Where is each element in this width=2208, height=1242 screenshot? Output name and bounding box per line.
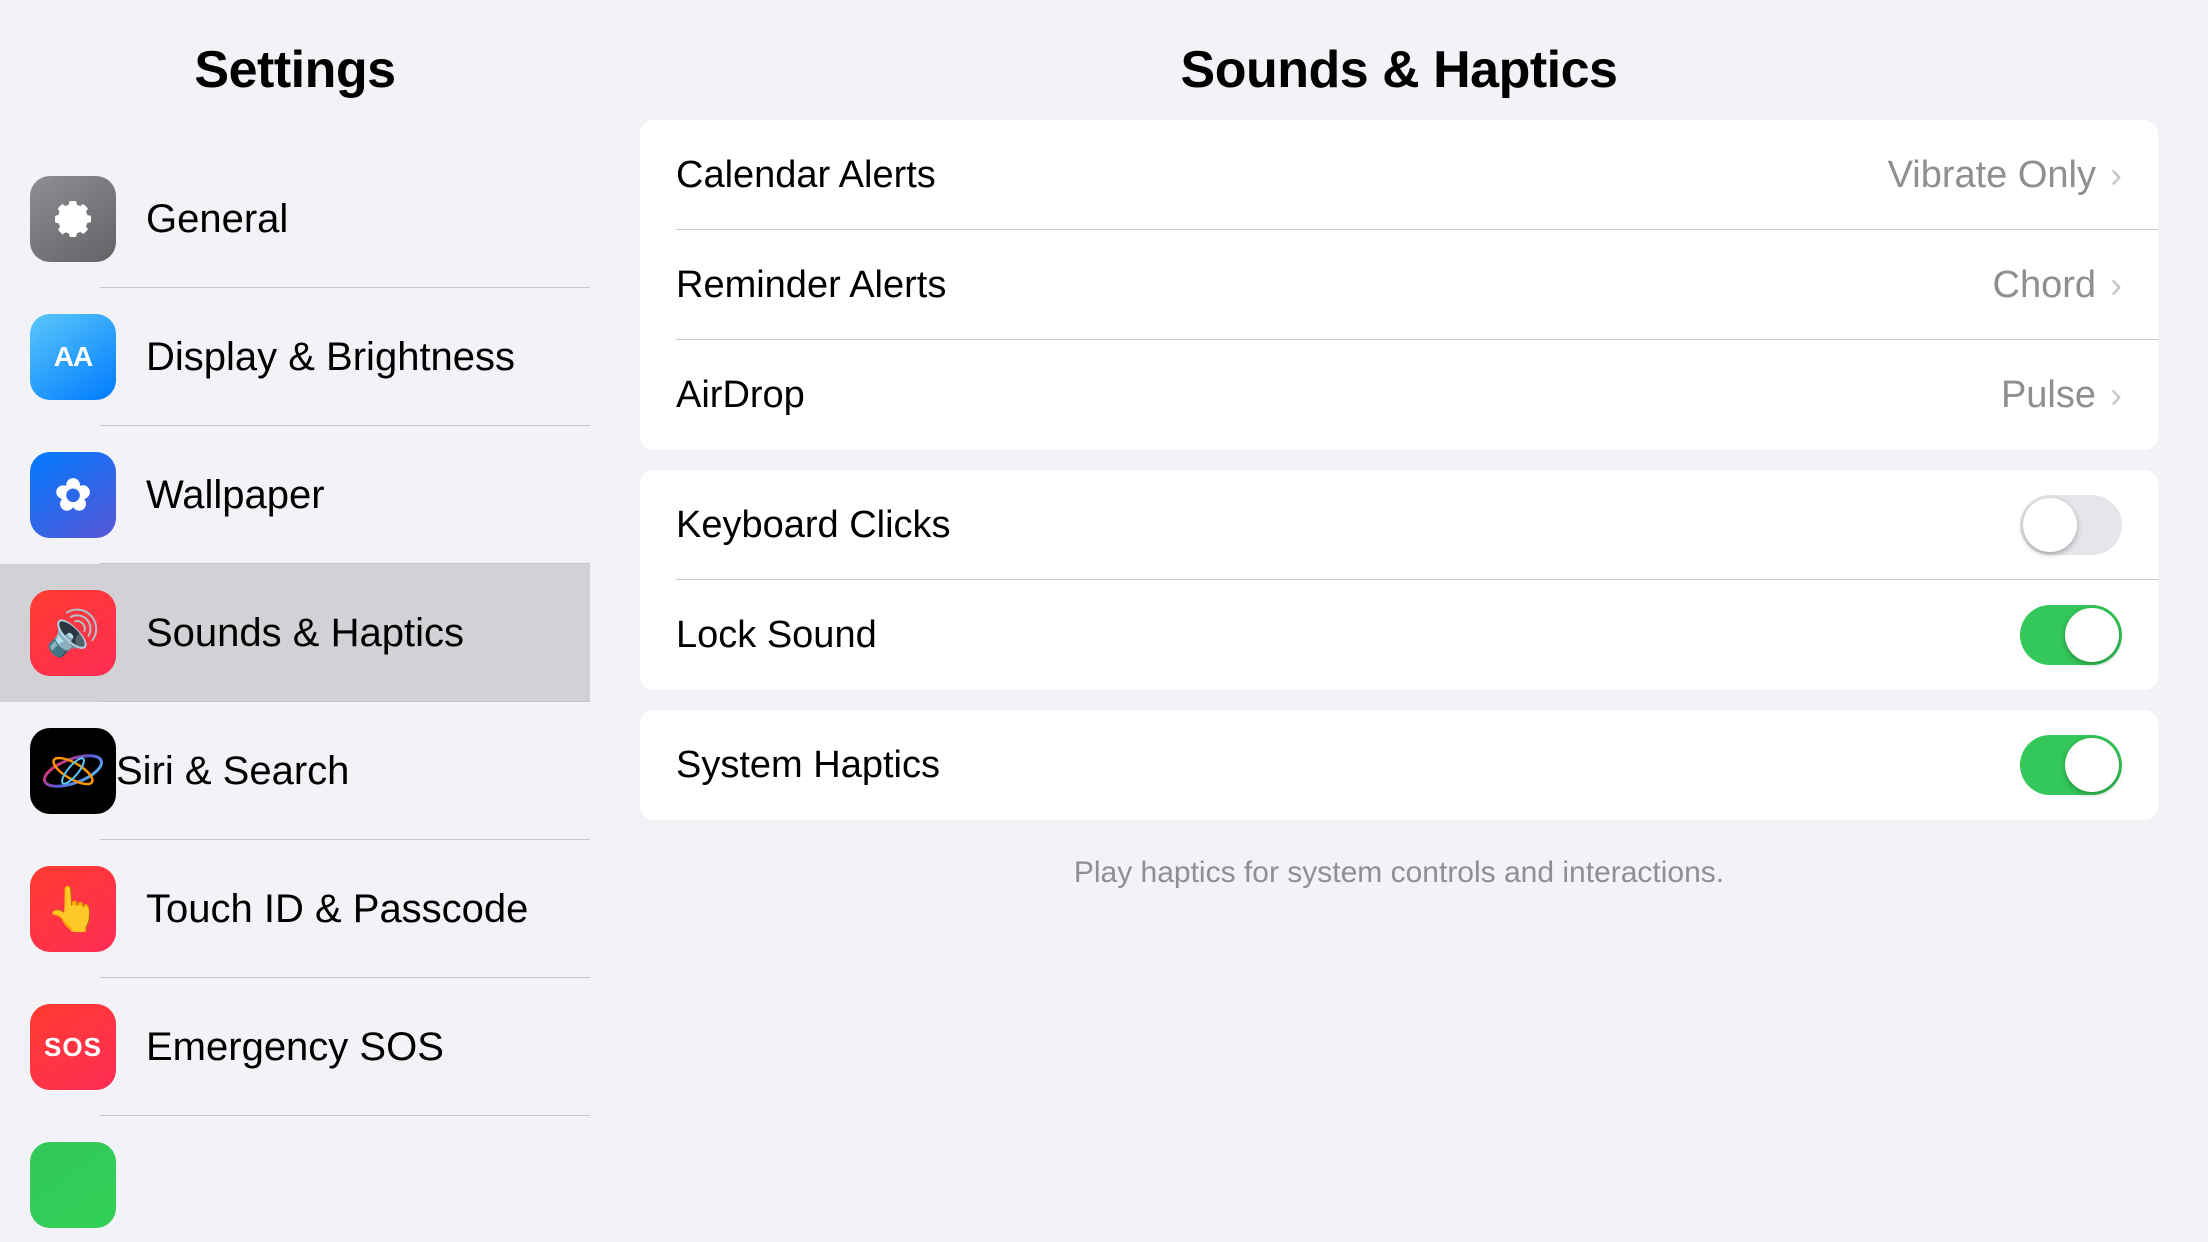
calendar-alerts-value: Vibrate Only › <box>1888 154 2122 197</box>
lock-sound-knob <box>2065 608 2119 662</box>
sidebar-item-general[interactable]: General <box>0 150 590 288</box>
sidebar-list: General AA Display & Brightness ✿ Wallpa… <box>0 150 590 1242</box>
touchid-inner-icon: 👆 <box>46 883 101 935</box>
airdrop-value-text: Pulse <box>2001 374 2096 417</box>
aa-text: AA <box>54 341 92 373</box>
sidebar-item-next[interactable] <box>0 1116 590 1242</box>
content-area: Calendar Alerts Vibrate Only › Reminder … <box>590 120 2208 1242</box>
next-icon <box>30 1142 116 1228</box>
lock-sound-toggle[interactable] <box>2020 605 2122 665</box>
airdrop-row[interactable]: AirDrop Pulse › <box>640 340 2158 450</box>
general-icon <box>30 176 116 262</box>
reminder-alerts-row[interactable]: Reminder Alerts Chord › <box>640 230 2158 340</box>
haptics-group: System Haptics <box>640 710 2158 820</box>
alerts-group: Calendar Alerts Vibrate Only › Reminder … <box>640 120 2158 450</box>
wallpaper-inner-icon: ✿ <box>55 470 92 521</box>
main-header: Sounds & Haptics <box>590 0 2208 120</box>
reminder-alerts-chevron: › <box>2110 264 2122 306</box>
siri-icon <box>30 728 116 814</box>
airdrop-chevron: › <box>2110 374 2122 416</box>
system-haptics-knob <box>2065 738 2119 792</box>
sidebar-item-sounds[interactable]: 🔊 Sounds & Haptics <box>0 564 590 702</box>
wallpaper-label: Wallpaper <box>146 473 325 518</box>
siri-label: Siri & Search <box>116 749 349 794</box>
main-content: Sounds & Haptics Calendar Alerts Vibrate… <box>590 0 2208 1242</box>
airdrop-label: AirDrop <box>676 374 805 417</box>
touchid-label: Touch ID & Passcode <box>146 887 528 932</box>
sidebar-top-gap <box>0 120 590 150</box>
keyboard-clicks-knob <box>2023 498 2077 552</box>
reminder-alerts-value: Chord › <box>1993 264 2123 307</box>
touchid-icon: 👆 <box>30 866 116 952</box>
keyboard-clicks-toggle[interactable] <box>2020 495 2122 555</box>
display-label: Display & Brightness <box>146 335 515 380</box>
sos-text-icon: SOS <box>44 1032 102 1063</box>
reminder-alerts-label: Reminder Alerts <box>676 264 946 307</box>
sidebar-item-display[interactable]: AA Display & Brightness <box>0 288 590 426</box>
toggles-group: Keyboard Clicks Lock Sound <box>640 470 2158 690</box>
system-haptics-row[interactable]: System Haptics <box>640 710 2158 820</box>
sidebar-item-sos[interactable]: SOS Emergency SOS <box>0 978 590 1116</box>
calendar-alerts-row[interactable]: Calendar Alerts Vibrate Only › <box>640 120 2158 230</box>
system-haptics-label: System Haptics <box>676 744 940 787</box>
airdrop-value: Pulse › <box>2001 374 2122 417</box>
sos-label: Emergency SOS <box>146 1025 444 1070</box>
sidebar-title: Settings <box>40 40 550 100</box>
reminder-alerts-value-text: Chord <box>1993 264 2097 307</box>
display-icon: AA <box>30 314 116 400</box>
calendar-alerts-chevron: › <box>2110 154 2122 196</box>
lock-sound-label: Lock Sound <box>676 614 877 657</box>
general-label: General <box>146 197 288 242</box>
haptics-footnote: Play haptics for system controls and int… <box>640 840 2158 910</box>
sidebar-item-wallpaper[interactable]: ✿ Wallpaper <box>0 426 590 564</box>
lock-sound-row[interactable]: Lock Sound <box>640 580 2158 690</box>
sidebar-item-touchid[interactable]: 👆 Touch ID & Passcode <box>0 840 590 978</box>
sounds-inner-icon: 🔊 <box>46 607 101 659</box>
main-title: Sounds & Haptics <box>640 40 2158 100</box>
sounds-icon: 🔊 <box>30 590 116 676</box>
keyboard-clicks-row[interactable]: Keyboard Clicks <box>640 470 2158 580</box>
calendar-alerts-value-text: Vibrate Only <box>1888 154 2096 197</box>
sounds-label: Sounds & Haptics <box>146 611 464 656</box>
wallpaper-icon: ✿ <box>30 452 116 538</box>
calendar-alerts-label: Calendar Alerts <box>676 154 936 197</box>
sidebar: Settings General AA Display & Brightness… <box>0 0 590 1242</box>
sidebar-header: Settings <box>0 0 590 120</box>
sidebar-item-siri[interactable]: Siri & Search <box>0 702 590 840</box>
system-haptics-toggle[interactable] <box>2020 735 2122 795</box>
keyboard-clicks-label: Keyboard Clicks <box>676 504 951 547</box>
sos-icon: SOS <box>30 1004 116 1090</box>
